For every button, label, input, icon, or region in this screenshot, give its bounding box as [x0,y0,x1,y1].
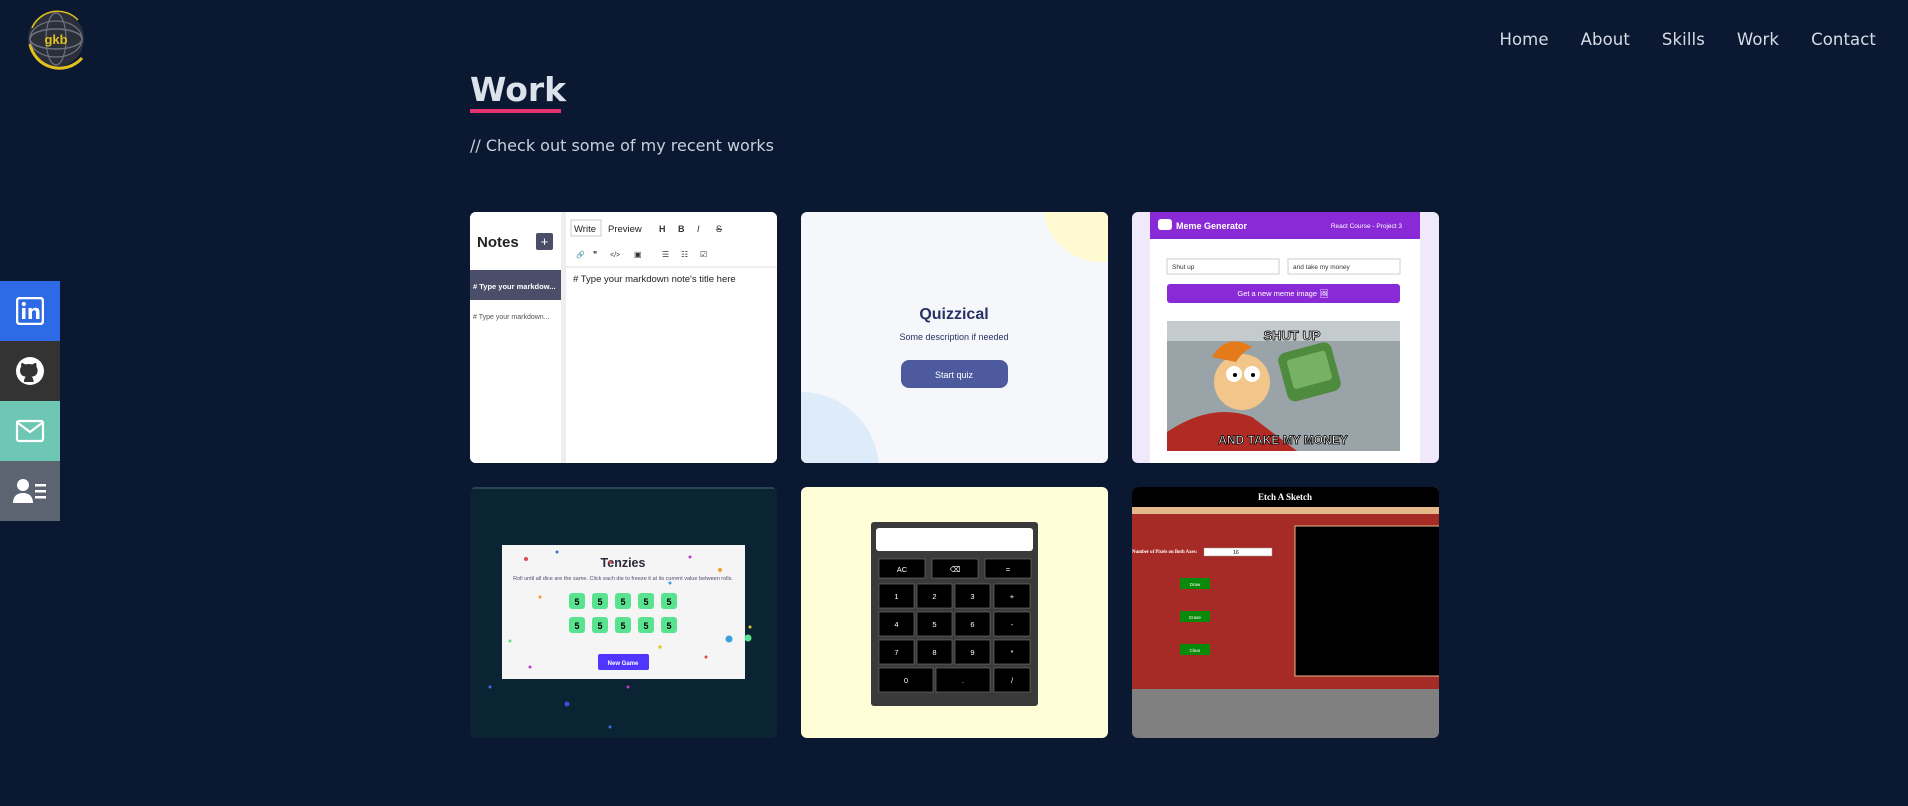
die: 5 [620,597,625,607]
notes-item: # Type your markdown... [473,314,550,321]
tenzies-title: Tenzies [601,556,646,570]
tenzies-new-game-button: New Game [608,661,639,667]
calc-key: . [962,676,964,685]
email-link[interactable] [0,401,60,461]
nav-skills[interactable]: Skills [1662,30,1705,49]
calc-key-backspace: ⌫ [950,565,961,574]
etch-pixels-input: 16 [1233,550,1239,556]
calc-key-ac: AC [897,565,908,574]
meme-input-bottom: and take my money [1293,264,1350,271]
project-grid: Notes + # Type your markdow... # Type yo… [470,212,1439,738]
die: 5 [620,621,625,631]
notes-tab-write: Write [574,224,596,235]
quizzical-description: Some description if needed [899,332,1008,342]
notes-image-icon: ▣ [634,250,642,259]
github-link[interactable] [0,341,60,401]
meme-top-text: SHUT UP [1263,328,1320,343]
meme-screenshot: Meme Generator React Course - Project 3 … [1132,212,1439,463]
calc-key: 8 [932,648,936,657]
calc-key: 3 [970,592,974,601]
notes-quote-icon: ❞ [593,250,597,259]
calc-key: + [1010,592,1015,601]
die: 5 [574,621,579,631]
globe-logo-icon: gkb [28,10,84,70]
calc-key: 9 [970,648,974,657]
nav-home[interactable]: Home [1499,30,1548,49]
calc-key: 7 [894,648,898,657]
project-card-calculator[interactable]: AC ⌫ = 1 2 3 + 4 5 6 - 7 8 9 * 0 . / [801,487,1108,738]
etch-draw-button: Draw [1190,582,1201,587]
notes-link-icon: 🔗 [576,250,585,259]
site-logo[interactable]: gkb [20,6,90,76]
die: 5 [597,621,602,631]
quizzical-start-button: Start quiz [935,370,974,380]
meme-brand: Meme Generator [1176,221,1248,231]
notes-title: Notes [477,234,519,251]
title-underline [470,109,561,113]
page-title: Work [470,70,567,109]
nav-work[interactable]: Work [1737,30,1779,49]
notes-list-icon: ☰ [662,250,669,259]
etch-screenshot: Etch A Sketch Number of Pixels on Both A… [1132,487,1439,738]
social-sidebar [0,281,60,521]
linkedin-link[interactable] [0,281,60,341]
quizzical-screenshot: Quizzical Some description if needed Sta… [801,212,1108,463]
project-card-tenzies[interactable]: Tenzies Roll until all dice are the same… [470,487,777,738]
etch-erase-button: Erase [1189,615,1201,620]
die: 5 [643,597,648,607]
etch-pixels-label: Number of Pixels on Both Axes: [1132,550,1197,555]
calc-key: * [1011,648,1014,657]
notes-strike-icon: S [716,224,722,234]
tenzies-instructions: Roll until all dice are the same. Click … [513,576,733,582]
calc-key-equals: = [1006,565,1011,574]
notes-screenshot: Notes + # Type your markdow... # Type yo… [470,212,777,463]
die: 5 [574,597,579,607]
calc-key: 2 [932,592,936,601]
notes-tab-preview: Preview [608,224,642,235]
calculator-screenshot: AC ⌫ = 1 2 3 + 4 5 6 - 7 8 9 * 0 . / [801,487,1108,738]
notes-checklist-icon: ☑ [700,250,707,259]
project-card-notes[interactable]: Notes + # Type your markdow... # Type yo… [470,212,777,463]
tenzies-screenshot: Tenzies Roll until all dice are the same… [470,487,777,738]
resume-icon [13,479,46,503]
notes-add-icon: + [541,234,549,249]
notes-heading-icon: H [659,224,666,234]
quizzical-title: Quizzical [919,306,988,323]
project-card-etch-a-sketch[interactable]: Etch A Sketch Number of Pixels on Both A… [1132,487,1439,738]
notes-olist-icon: ☷ [681,250,688,259]
die: 5 [643,621,648,631]
meme-input-top: Shut up [1172,264,1195,271]
calc-key: 6 [970,620,974,629]
github-icon [16,357,44,385]
die: 5 [666,621,671,631]
main-nav: Home About Skills Work Contact [1499,30,1876,49]
nav-contact[interactable]: Contact [1811,30,1876,49]
etch-clear-button: Clear [1190,648,1201,653]
resume-link[interactable] [0,461,60,521]
page-subtitle: // Check out some of my recent works [470,136,775,155]
calc-key: 0 [904,676,908,685]
die: 5 [666,597,671,607]
notes-bold-icon: B [678,224,685,234]
notes-editor-text: # Type your markdown note's title here [573,274,736,285]
mail-icon [15,419,45,443]
nav-about[interactable]: About [1581,30,1630,49]
meme-new-image-button: Get a new meme image 🖼 [1237,289,1329,298]
meme-bottom-text: AND TAKE MY MONEY [1218,433,1348,447]
die: 5 [597,597,602,607]
project-card-meme-generator[interactable]: Meme Generator React Course - Project 3 … [1132,212,1439,463]
calc-key: 5 [932,620,936,629]
meme-course: React Course - Project 3 [1331,223,1403,230]
logo-text: gkb [44,32,67,47]
linkedin-icon [16,297,44,325]
calc-key: 1 [894,592,898,601]
project-card-quizzical[interactable]: Quizzical Some description if needed Sta… [801,212,1108,463]
notes-item-active: # Type your markdow... [473,282,556,291]
calc-key: 4 [894,620,898,629]
notes-code-icon: </> [610,252,620,259]
etch-title: Etch A Sketch [1258,492,1312,502]
